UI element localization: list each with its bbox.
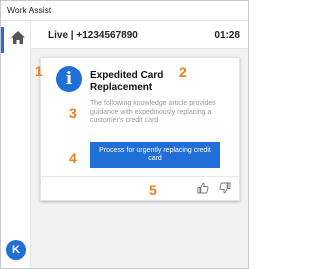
process-button[interactable]: Process for urgently replacing credit ca… xyxy=(90,142,220,168)
callout-2: 2 xyxy=(179,64,187,80)
info-icon: i xyxy=(56,66,82,92)
avatar[interactable]: K xyxy=(6,240,26,260)
work-assist-window: Work Assist K Live | +1234567890 01:28 i… xyxy=(0,0,249,269)
callout-3: 3 xyxy=(69,105,77,121)
callout-5: 5 xyxy=(149,182,157,198)
content-area: i Expedited Card Replacement The followi… xyxy=(31,49,248,268)
home-icon xyxy=(10,30,26,50)
feedback-controls xyxy=(197,182,231,194)
callout-1: 1 xyxy=(35,63,43,79)
card-divider xyxy=(41,176,239,177)
knowledge-card: i Expedited Card Replacement The followi… xyxy=(40,57,240,201)
thumbs-up-icon[interactable] xyxy=(197,182,209,194)
title-bar: Work Assist xyxy=(1,1,248,21)
session-id: Live | +1234567890 xyxy=(48,30,138,41)
callout-4: 4 xyxy=(69,150,77,166)
card-description: The following knowledge article provides… xyxy=(90,100,216,124)
card-title: Expedited Card Replacement xyxy=(90,70,164,93)
left-rail: K xyxy=(1,21,31,268)
home-button[interactable] xyxy=(1,27,31,53)
window-title: Work Assist xyxy=(7,5,52,15)
thumbs-down-icon[interactable] xyxy=(219,182,231,194)
session-header: Live | +1234567890 01:28 xyxy=(31,21,248,49)
session-timer: 01:28 xyxy=(214,30,240,41)
